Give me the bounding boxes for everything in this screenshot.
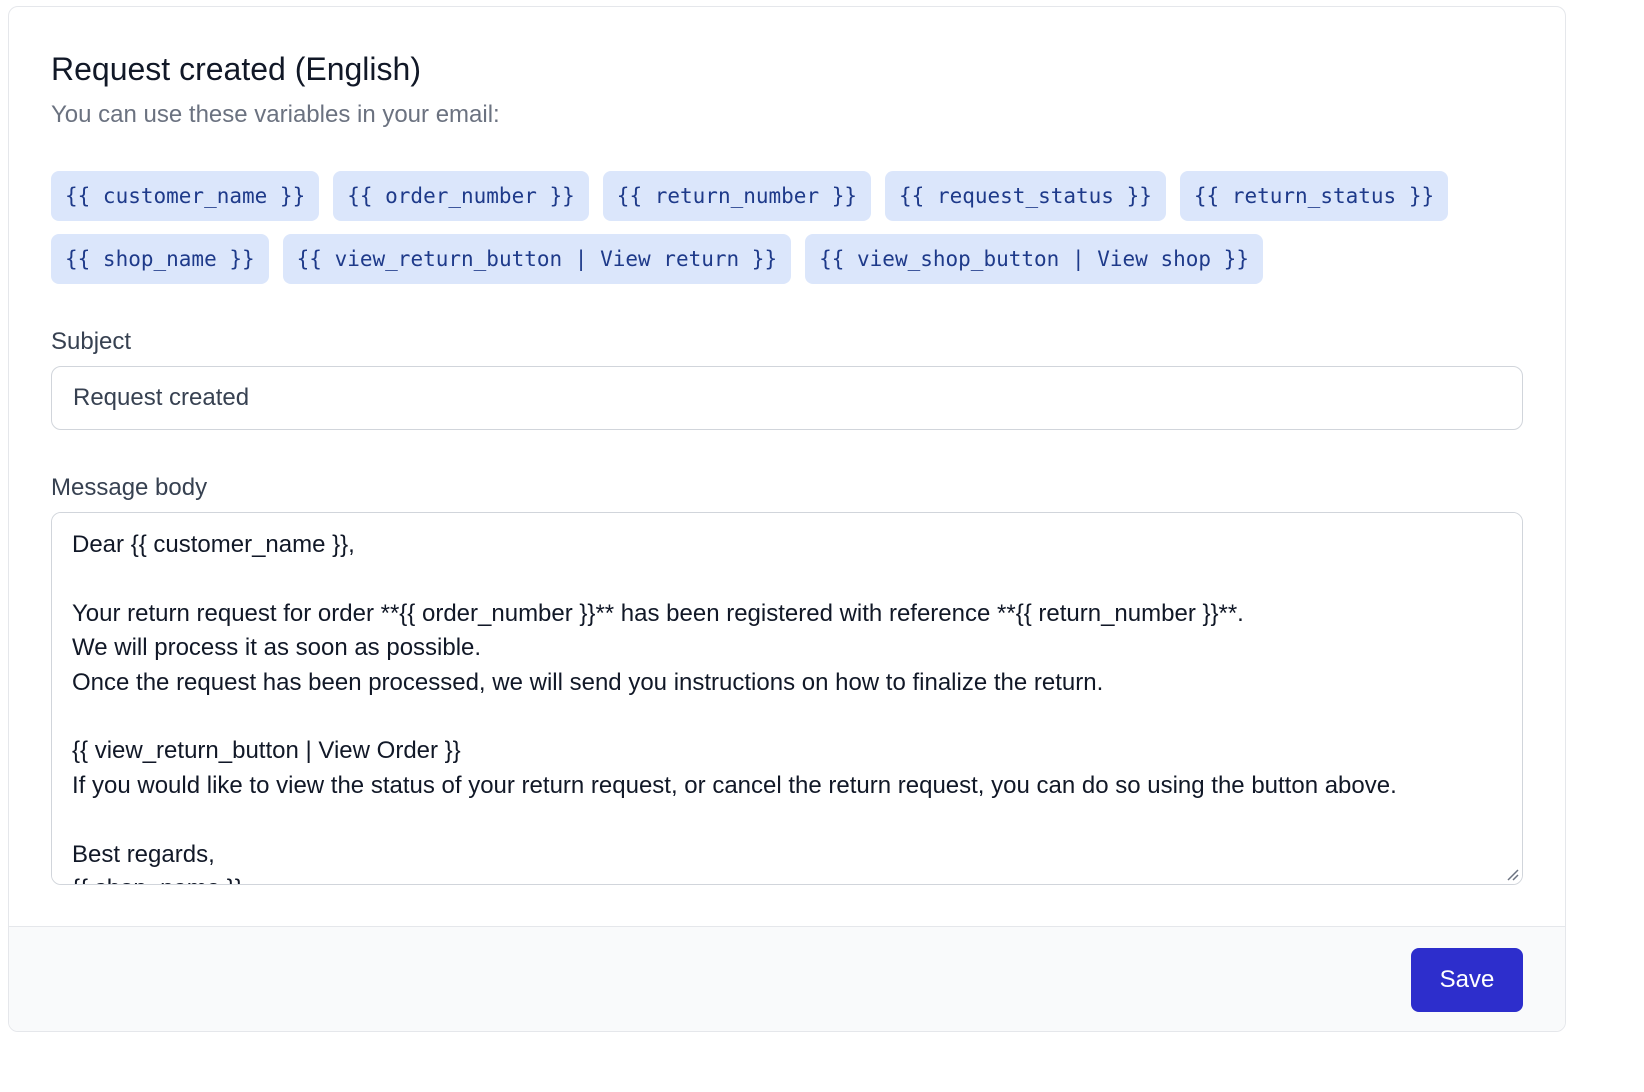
message-body-textarea[interactable]: Dear {{ customer_name }}, Your return re… <box>52 513 1522 884</box>
save-button[interactable]: Save <box>1411 948 1523 1012</box>
variable-chip-shop-name[interactable]: {{ shop_name }} <box>51 234 269 284</box>
variable-chip-view-return-button[interactable]: {{ view_return_button | View return }} <box>282 234 792 284</box>
subject-input[interactable] <box>51 366 1523 430</box>
variable-chip-request-status[interactable]: {{ request_status }} <box>885 171 1166 221</box>
email-template-card: Request created (English) You can use th… <box>8 6 1566 1032</box>
template-title: Request created (English) <box>51 51 421 87</box>
card-footer: Save <box>9 926 1565 1031</box>
message-body-container: Dear {{ customer_name }}, Your return re… <box>51 512 1523 885</box>
variable-chip-view-shop-button[interactable]: {{ view_shop_button | View shop }} <box>805 234 1263 284</box>
message-body-label: Message body <box>51 474 208 501</box>
resize-handle-icon[interactable] <box>1504 866 1520 882</box>
variables-hint: You can use these variables in your emai… <box>51 101 500 128</box>
variable-chips: {{ customer_name }} {{ order_number }} {… <box>51 171 1525 284</box>
card-body: Request created (English) You can use th… <box>9 7 1565 926</box>
variable-chip-customer-name[interactable]: {{ customer_name }} <box>51 171 320 221</box>
variable-chip-order-number[interactable]: {{ order_number }} <box>333 171 589 221</box>
variable-chip-return-status[interactable]: {{ return_status }} <box>1179 171 1449 221</box>
variable-chip-return-number[interactable]: {{ return_number }} <box>602 171 872 221</box>
subject-label: Subject <box>51 328 132 355</box>
